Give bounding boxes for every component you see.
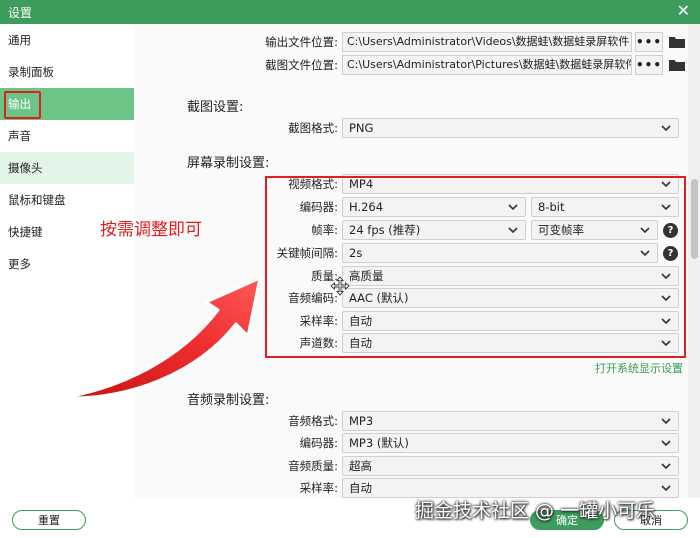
bit-depth-select[interactable]: 8-bit — [531, 197, 679, 217]
keyframe-interval-label: 关键帧间隔: — [276, 246, 338, 260]
scrollbar-thumb[interactable] — [691, 179, 698, 259]
close-icon[interactable]: ✕ — [677, 3, 690, 19]
sidebar-item-sound[interactable]: 声音 — [0, 120, 134, 152]
footer-bar: 重置 确定 取消 — [0, 498, 700, 538]
sidebar-item-mouse-keyboard[interactable]: 鼠标和键盘 — [0, 184, 134, 216]
audio-format-select[interactable]: MP3 — [342, 411, 679, 431]
audio-sample-rate-label: 采样率: — [299, 481, 338, 495]
screenshot-format-label: 截图格式: — [288, 121, 338, 135]
audio-quality-label: 音频质量: — [288, 459, 338, 473]
chevron-down-icon — [661, 318, 671, 325]
screenshot-folder-label: 截图文件位置: — [265, 58, 338, 72]
audio-format-label: 音频格式: — [288, 414, 338, 428]
sidebar-item-general[interactable]: 通用 — [0, 24, 134, 56]
audio-encoder-select[interactable]: MP3 (默认) — [342, 433, 679, 453]
annotation-arrow-icon — [60, 276, 262, 400]
scrollbar-track[interactable] — [688, 24, 700, 498]
channels-select[interactable]: 自动 — [342, 333, 679, 353]
framerate-label: 帧率: — [311, 223, 338, 237]
video-format-select[interactable]: MP4 — [342, 174, 679, 194]
chevron-down-icon — [640, 250, 650, 257]
screen-recording-title: 屏幕录制设置: — [187, 156, 270, 171]
sample-rate-select[interactable]: 自动 — [342, 311, 679, 331]
framerate-help-icon[interactable]: ? — [663, 222, 678, 238]
move-cursor-icon — [330, 276, 350, 296]
video-format-label: 视频格式: — [288, 177, 338, 191]
audio-sample-rate-select[interactable]: 自动 — [342, 478, 679, 498]
audio-codec-select[interactable]: AAC (默认) — [342, 288, 679, 308]
sidebar-item-camera[interactable]: 摄像头 — [0, 152, 134, 184]
chevron-down-icon — [661, 485, 671, 492]
cancel-button[interactable]: 取消 — [614, 510, 688, 530]
chevron-down-icon — [508, 204, 518, 211]
screenshot-settings-title: 截图设置: — [187, 100, 244, 115]
chevron-down-icon — [661, 204, 671, 211]
chevron-down-icon — [661, 463, 671, 470]
reset-button[interactable]: 重置 — [12, 510, 86, 530]
sidebar-item-recording-panel[interactable]: 录制面板 — [0, 56, 134, 88]
screenshot-folder-browse-button[interactable]: ••• — [635, 55, 663, 75]
open-display-settings-link[interactable]: 打开系统显示设置 — [595, 360, 683, 376]
ok-button[interactable]: 确定 — [530, 510, 604, 530]
screenshot-format-select[interactable]: PNG — [342, 118, 679, 138]
annotation-text: 按需调整即可 — [100, 220, 202, 240]
audio-encoder-label: 编码器: — [299, 436, 338, 450]
quality-select[interactable]: 高质量 — [342, 266, 679, 286]
chevron-down-icon — [661, 125, 671, 132]
screenshot-folder-field[interactable]: C:\Users\Administrator\Pictures\数据蛙\数据蛙录… — [342, 55, 632, 75]
output-folder-open-icon[interactable] — [667, 32, 687, 52]
chevron-down-icon — [661, 295, 671, 302]
chevron-down-icon — [661, 418, 671, 425]
keyframe-interval-select[interactable]: 2s — [342, 243, 658, 263]
title-bar: 设置 ✕ — [0, 0, 700, 24]
chevron-down-icon — [661, 273, 671, 280]
sidebar-item-output[interactable]: 输出 — [0, 88, 134, 120]
chevron-down-icon — [661, 440, 671, 447]
chevron-down-icon — [640, 227, 650, 234]
framerate-select[interactable]: 24 fps (推荐) — [342, 220, 526, 240]
audio-quality-select[interactable]: 超高 — [342, 456, 679, 476]
keyframe-help-icon[interactable]: ? — [663, 245, 678, 261]
chevron-down-icon — [661, 181, 671, 188]
screenshot-folder-open-icon[interactable] — [667, 55, 687, 75]
encoder-label: 编码器: — [299, 200, 338, 214]
window-title: 设置 — [8, 5, 33, 20]
chevron-down-icon — [508, 227, 518, 234]
chevron-down-icon — [661, 340, 671, 347]
output-folder-label: 输出文件位置: — [265, 35, 338, 49]
output-folder-field[interactable]: C:\Users\Administrator\Videos\数据蛙\数据蛙录屏软… — [342, 32, 632, 52]
framerate-mode-select[interactable]: 可变帧率 — [531, 220, 658, 240]
output-folder-browse-button[interactable]: ••• — [635, 32, 663, 52]
encoder-select[interactable]: H.264 — [342, 197, 526, 217]
